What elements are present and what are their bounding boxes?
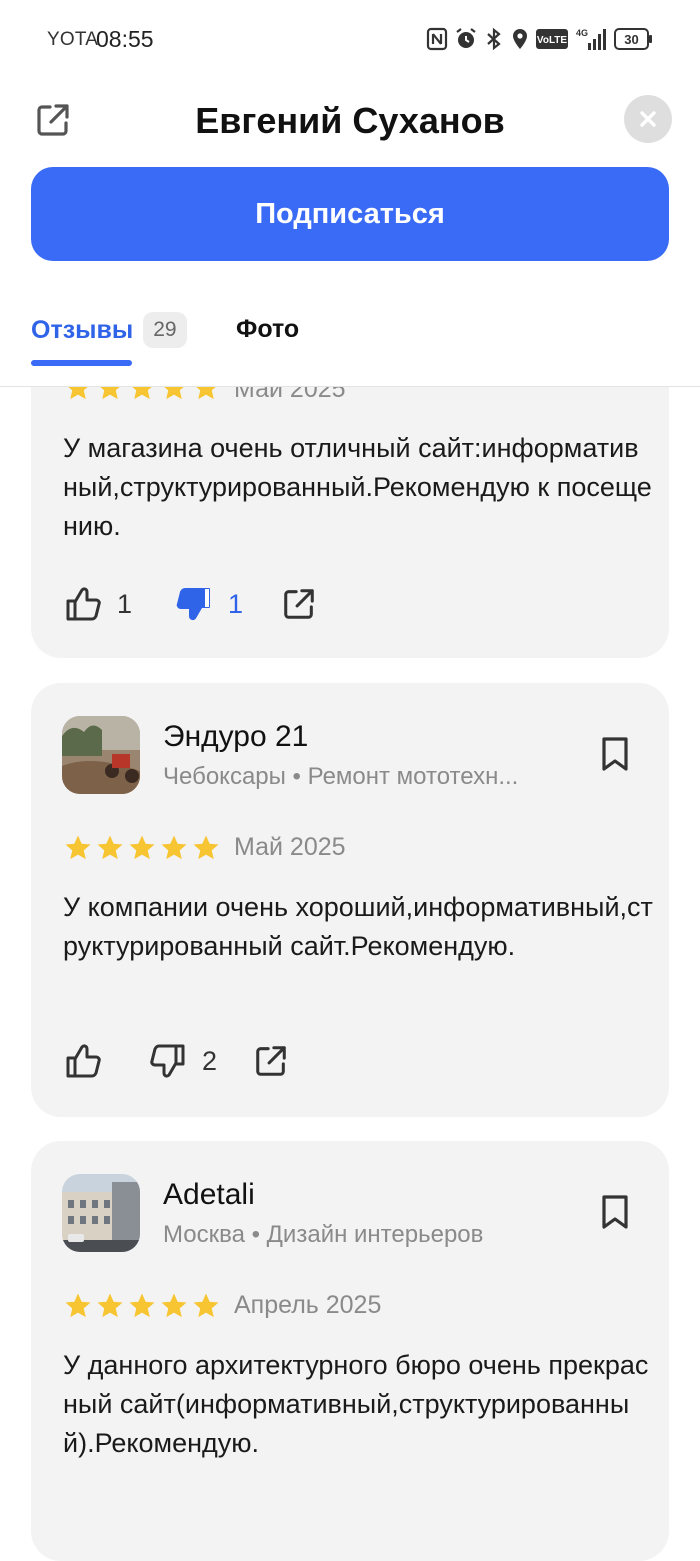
review-text: У данного архитектурного бюро очень прек…: [63, 1350, 649, 1458]
status-icons: VoLTE 4G 30: [426, 26, 654, 52]
network-type: 4G: [576, 28, 588, 38]
review-actions: 2: [63, 1041, 289, 1081]
org-avatar[interactable]: [62, 716, 140, 794]
carrier-label: YOTA: [47, 29, 99, 50]
signal-4g-icon: 4G: [576, 28, 606, 50]
like-button[interactable]: 1: [63, 584, 132, 624]
star-icon: [97, 835, 123, 860]
star-icon: [65, 1293, 91, 1318]
org-name[interactable]: Adetali: [163, 1178, 255, 1212]
volte-text: VoLTE: [537, 35, 568, 46]
org-meta: Чебоксары • Ремонт мототехн...: [163, 763, 519, 790]
star-icon: [129, 835, 155, 860]
close-button[interactable]: [624, 95, 672, 143]
star-icon: [65, 835, 91, 860]
tab-reviews-label: Отзывы: [31, 315, 134, 344]
volte-icon: VoLTE: [536, 29, 568, 49]
thumb-up-icon: [66, 1044, 101, 1078]
rating-stars: [63, 1291, 221, 1321]
review-text: У компании очень хороший,информативный,с…: [63, 892, 653, 961]
subscribe-button[interactable]: Подписаться: [31, 167, 669, 261]
thumb-down-icon: [150, 1044, 185, 1078]
bookmark-icon: [602, 737, 628, 771]
star-icon: [193, 835, 219, 860]
share-icon: [256, 1046, 286, 1076]
tab-reviews[interactable]: Отзывы 29: [31, 312, 187, 348]
star-icon: [97, 1293, 123, 1318]
bookmark-icon: [602, 1195, 628, 1229]
dislike-count: 1: [228, 588, 244, 619]
org-meta: Москва • Дизайн интерьеров: [163, 1221, 484, 1248]
alarm-icon: [456, 28, 476, 48]
org-name[interactable]: Эндуро 21: [163, 720, 308, 754]
bookmark-button[interactable]: [599, 1194, 631, 1230]
like-count: 1: [117, 588, 133, 619]
close-icon: [640, 111, 656, 127]
review-card: Эндуро 21 Чебоксары • Ремонт мототехн...…: [31, 683, 669, 1117]
like-button[interactable]: [63, 1041, 103, 1081]
review-text: У магазина очень отличный сайт:информати…: [63, 433, 652, 541]
share-review-button[interactable]: [281, 586, 317, 622]
thumb-up-icon: [66, 587, 101, 621]
tab-photo[interactable]: Фото: [236, 315, 299, 344]
star-icon: [161, 1293, 187, 1318]
dislike-button[interactable]: 1: [174, 584, 243, 624]
review-actions: 1 1: [63, 584, 317, 624]
share-icon: [284, 589, 314, 619]
bookmark-button[interactable]: [599, 736, 631, 772]
review-date: Апрель 2025: [234, 1291, 382, 1319]
reviews-count-badge: 29: [143, 312, 187, 348]
location-icon: [513, 29, 527, 49]
star-icon: [193, 1293, 219, 1318]
share-review-button[interactable]: [253, 1043, 289, 1079]
bluetooth-icon: [487, 27, 501, 51]
star-icon: [161, 835, 187, 860]
active-tab-indicator: [31, 360, 132, 366]
nfc-icon: [426, 27, 448, 51]
org-photo: [62, 1174, 140, 1252]
tab-bar: Отзывы 29 Фото: [0, 300, 700, 387]
star-icon: [129, 1293, 155, 1318]
org-avatar[interactable]: [62, 1174, 140, 1252]
thumb-down-icon: [176, 588, 211, 621]
review-date: Май 2025: [234, 833, 346, 861]
battery-level: 30: [624, 32, 638, 47]
status-bar: YOTA 08:55 VoLTE 4G 30: [0, 0, 700, 80]
dislike-count: 2: [202, 1045, 218, 1076]
dislike-button[interactable]: 2: [148, 1041, 217, 1081]
clock: 08:55: [96, 26, 154, 52]
org-photo: [62, 716, 140, 794]
page-title: Евгений Суханов: [195, 100, 505, 141]
battery-icon: 30: [614, 28, 652, 50]
rating-stars: [63, 833, 221, 863]
review-card: Adetali Москва • Дизайн интерьеров Апрел…: [31, 1141, 669, 1561]
